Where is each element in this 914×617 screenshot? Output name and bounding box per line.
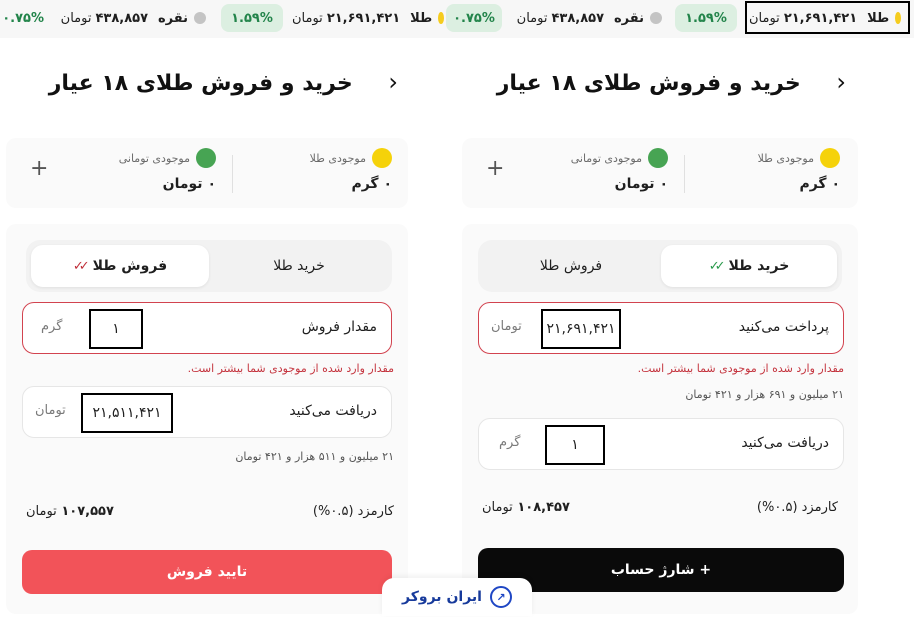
- ticker-item-gold: طلا ۲۱,۶۹۱,۴۲۱ تومان: [292, 5, 444, 31]
- amount-in-words: ۲۱ میلیون و ۵۱۱ هزار و ۴۲۱ تومان: [235, 450, 394, 463]
- fee-value: ۱۰۷,۵۵۷ تومان: [26, 504, 114, 519]
- fee-value: ۱۰۸,۴۵۷ تومان: [482, 500, 570, 515]
- gold-coin-icon: [372, 148, 392, 168]
- gold-balance: موجودی طلا ۰ گرم: [242, 148, 392, 192]
- double-check-icon: ✓✓: [72, 258, 90, 274]
- error-message: مقدار وارد شده از موجودی شما بیشتر است.: [187, 362, 394, 375]
- tab-sell[interactable]: فروش طلا ✓✓: [31, 245, 209, 287]
- balance-card: موجودی طلا ۰ گرم موجودی تومانی ۰ تومان +: [462, 138, 858, 208]
- confirm-sell-button[interactable]: تایید فروش: [22, 550, 392, 594]
- divider: [684, 155, 685, 193]
- fee-label: کارمزد (۰.۵%): [312, 504, 394, 519]
- fee-label: کارمزد (۰.۵%): [756, 500, 838, 515]
- silver-dot-icon: [194, 12, 206, 24]
- receive-value: ۲۱,۵۱۱,۴۲۱: [81, 393, 173, 433]
- divider: [232, 155, 233, 193]
- trade-card: خرید طلا ✓✓ فروش طلا پرداخت می‌کنید ۲۱,۶…: [462, 224, 858, 614]
- price-ticker: ۰.۷۵% نقره ۴۳۸,۸۵۷ تومان ۱.۵۹% طلا ۲۱,۶۹…: [0, 0, 914, 38]
- silver-dot-icon: [650, 12, 662, 24]
- brand-logo: ↗ ایران بروکر: [382, 578, 532, 616]
- buy-panel: ‹ خرید و فروش طلای ۱۸ عیار موجودی طلا ۰ …: [462, 38, 860, 614]
- receive-field[interactable]: دریافت می‌کنید ۲۱,۵۱۱,۴۲۱ تومان: [22, 386, 392, 438]
- sell-amount-input[interactable]: ۱: [89, 309, 143, 349]
- ticker-item-silver: نقره ۴۳۸,۸۵۷ تومان: [56, 5, 206, 31]
- double-check-icon: ✓✓: [708, 258, 726, 274]
- ticker-gold-change-badge: ۱.۵۹%: [221, 4, 283, 32]
- iranbroker-logo-icon: ↗: [489, 586, 512, 608]
- toman-coin-icon: [196, 148, 216, 168]
- highlight-box: [745, 1, 910, 34]
- plus-icon[interactable]: +: [30, 156, 48, 181]
- ticker-item-silver: نقره ۴۳۸,۸۵۷ تومان: [512, 5, 662, 31]
- chevron-right-icon[interactable]: ‹: [388, 68, 398, 96]
- chevron-right-icon[interactable]: ‹: [836, 68, 846, 96]
- plus-icon[interactable]: +: [486, 156, 504, 181]
- gold-coin-icon: [820, 148, 840, 168]
- trade-tabs: خرید طلا ✓✓ فروش طلا: [478, 240, 842, 292]
- trade-tabs: خرید طلا فروش طلا ✓✓: [26, 240, 392, 292]
- page-title: ‹ خرید و فروش طلای ۱۸ عیار: [48, 68, 398, 96]
- receive-field[interactable]: دریافت می‌کنید ۱ گرم: [478, 418, 844, 470]
- sell-panel: ‹ خرید و فروش طلای ۱۸ عیار موجودی طلا ۰ …: [4, 38, 408, 614]
- balance-card: موجودی طلا ۰ گرم موجودی تومانی ۰ تومان +: [6, 138, 408, 208]
- receive-value: ۱: [545, 425, 605, 465]
- tab-buy[interactable]: خرید طلا: [211, 245, 387, 287]
- gold-balance: موجودی طلا ۰ گرم: [690, 148, 840, 192]
- ticker-silver-change: ۰.۷۵%: [2, 10, 44, 26]
- error-message: مقدار وارد شده از موجودی شما بیشتر است.: [637, 362, 844, 375]
- tab-buy[interactable]: خرید طلا ✓✓: [661, 245, 837, 287]
- gold-dot-icon: [438, 12, 444, 24]
- sell-amount-field[interactable]: مقدار فروش ۱ گرم: [22, 302, 392, 354]
- ticker-silver-change-badge: ۰.۷۵%: [446, 4, 502, 32]
- toman-balance: موجودی تومانی ۰ تومان: [66, 148, 216, 192]
- toman-coin-icon: [648, 148, 668, 168]
- trade-card: خرید طلا فروش طلا ✓✓ مقدار فروش ۱ گرم مق…: [6, 224, 408, 614]
- charge-account-button[interactable]: + شارژ حساب: [478, 548, 844, 592]
- tab-sell[interactable]: فروش طلا: [483, 245, 659, 287]
- toman-balance: موجودی تومانی ۰ تومان: [518, 148, 668, 192]
- ticker-gold-change-badge: ۱.۵۹%: [675, 4, 737, 32]
- page-title: ‹ خرید و فروش طلای ۱۸ عیار: [496, 68, 846, 96]
- pay-field[interactable]: پرداخت می‌کنید ۲۱,۶۹۱,۴۲۱ تومان: [478, 302, 844, 354]
- amount-in-words: ۲۱ میلیون و ۶۹۱ هزار و ۴۲۱ تومان: [685, 388, 844, 401]
- ticker-silver-change-clipped: ۰.۷۵%: [0, 5, 44, 31]
- pay-input[interactable]: ۲۱,۶۹۱,۴۲۱: [541, 309, 621, 349]
